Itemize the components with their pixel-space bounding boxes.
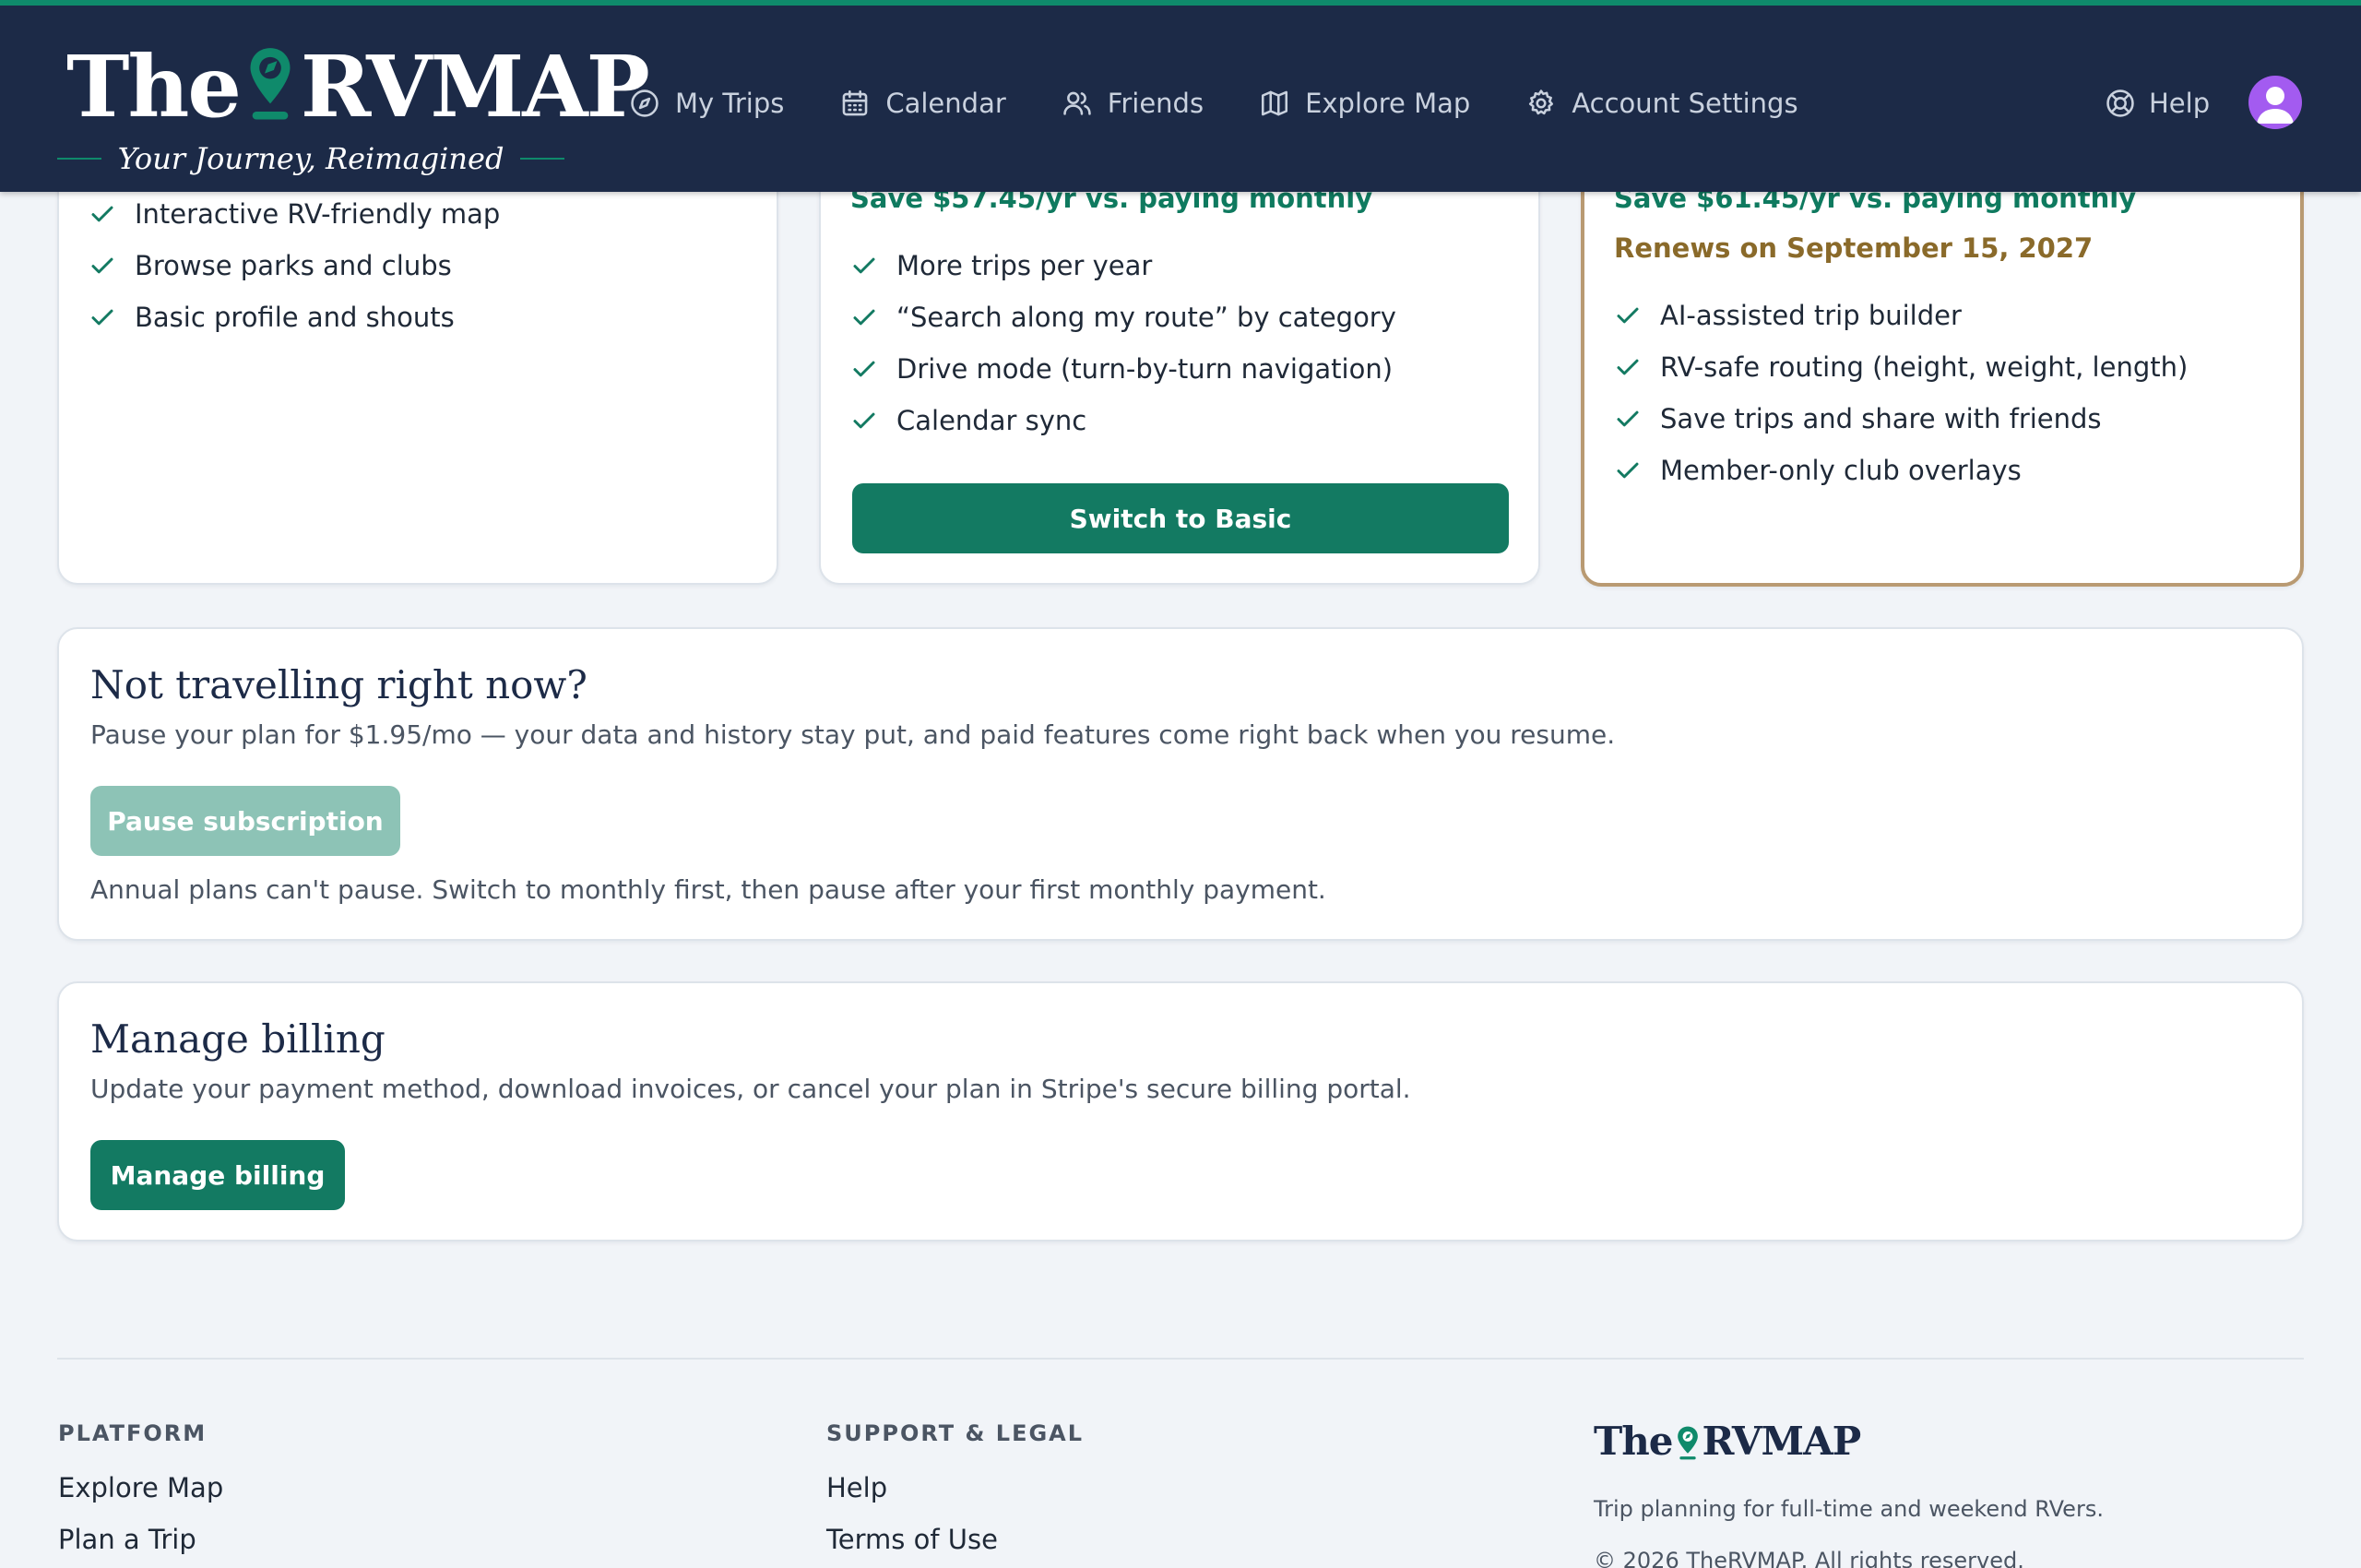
nav-my-trips[interactable]: My Trips [629,88,784,119]
tagline-rule-left [57,158,101,160]
feature-item: Interactive RV-friendly map [89,188,500,240]
footer-copyright: © 2026 TheRVMAP. All rights reserved. [1594,1548,2024,1568]
check-icon [853,257,875,274]
feature-label: Browse parks and clubs [135,250,452,281]
site-logo[interactable]: The RVMAP Your Journey, Reimagined [57,33,650,181]
feature-label: Interactive RV-friendly map [135,198,501,230]
footer-logo[interactable]: The RVMAP [1594,1419,1862,1464]
friends-icon [1063,91,1091,115]
tagline-rule-right [520,158,564,160]
gear-icon [1529,89,1554,115]
feature-item: RV-safe routing (height, weight, length) [1614,341,2188,393]
feature-label: Member-only club overlays [1660,455,2022,486]
help-link[interactable]: Help [2105,77,2210,129]
feature-item: More trips per year [850,240,1396,291]
check-icon [853,309,875,326]
feature-item: Calendar sync [850,395,1396,446]
footer-link-plan-trip[interactable]: Plan a Trip [58,1524,196,1555]
plan-current-features: AI-assisted trip builder RV-safe routing… [1614,290,2188,496]
nav-friends[interactable]: Friends [1062,88,1204,119]
footer-logo-prefix: The [1594,1419,1674,1464]
check-icon [1617,307,1639,324]
nav-label: Account Settings [1572,88,1798,119]
feature-label: More trips per year [896,250,1153,281]
nav-label: Friends [1107,88,1204,119]
logo-prefix: The [66,37,242,137]
feature-item: Browse parks and clubs [89,240,500,291]
footer-link-help[interactable]: Help [826,1472,887,1503]
compass-icon [631,89,658,117]
feature-label: Save trips and share with friends [1660,403,2102,434]
pause-subscription-button[interactable]: Pause subscription [90,786,400,856]
footer-blurb: Trip planning for full-time and weekend … [1594,1496,2104,1522]
pause-note: Annual plans can't pause. Switch to mont… [90,874,1326,905]
nav-label: Calendar [885,88,1006,119]
check-icon [1617,410,1639,427]
logo-main: RVMAP [300,37,650,137]
user-avatar[interactable] [2248,76,2302,129]
nav-account-settings[interactable]: Account Settings [1525,88,1798,119]
top-navigation-bar: The RVMAP Your Journey, Reimagined My Tr… [0,0,2361,192]
plan-free-features: Interactive RV-friendly map Browse parks… [89,188,500,343]
logo-tagline: Your Journey, Reimagined [117,141,504,176]
footer-platform-heading: PLATFORM [58,1420,208,1446]
nav-explore-map[interactable]: Explore Map [1259,88,1470,119]
logo-wordmark: The RVMAP [66,37,650,137]
main-nav: My Trips Calendar Friends Explore Map Ac… [629,77,1798,129]
check-icon [853,361,875,377]
footer-link-explore-map[interactable]: Explore Map [58,1472,223,1503]
map-icon [1262,90,1288,116]
check-icon [853,412,875,429]
lifebuoy-icon [2106,89,2134,117]
check-icon [91,309,113,326]
nav-label: Explore Map [1305,88,1471,119]
pause-title: Not travelling right now? [90,662,587,707]
map-pin-icon [1677,1426,1698,1460]
manage-billing-button[interactable]: Manage billing [90,1140,345,1210]
feature-label: RV-safe routing (height, weight, length) [1660,351,2189,383]
nav-calendar[interactable]: Calendar [839,88,1006,119]
feature-label: Drive mode (turn-by-turn navigation) [896,353,1394,385]
map-pin-icon [250,48,291,120]
pause-description: Pause your plan for $1.95/mo — your data… [90,719,1616,750]
nav-label: My Trips [675,88,785,119]
check-icon [91,257,113,274]
feature-item: Member-only club overlays [1614,445,2188,496]
footer-divider [57,1358,2304,1360]
footer-link-terms[interactable]: Terms of Use [826,1524,998,1555]
feature-item: AI-assisted trip builder [1614,290,2188,341]
feature-label: Basic profile and shouts [135,302,455,333]
check-icon [1617,462,1639,479]
logo-tagline-row: Your Journey, Reimagined [57,140,564,177]
feature-item: Basic profile and shouts [89,291,500,343]
check-icon [1617,359,1639,375]
calendar-icon [843,89,868,116]
help-label: Help [2149,88,2211,119]
user-icon [2257,87,2294,124]
manage-billing-card: Manage billing Update your payment metho… [57,981,2304,1241]
check-icon [91,206,113,222]
plan-basic-features: More trips per year “Search along my rou… [850,240,1396,446]
billing-description: Update your payment method, download inv… [90,1074,1411,1104]
feature-label: Calendar sync [896,405,1087,436]
feature-item: “Search along my route” by category [850,291,1396,343]
feature-item: Save trips and share with friends [1614,393,2188,445]
renewal-date: Renews on September 15, 2027 [1614,232,2094,264]
footer-logo-main: RVMAP [1702,1419,1862,1464]
footer-support-heading: SUPPORT & LEGAL [826,1420,1085,1446]
feature-label: “Search along my route” by category [896,302,1396,333]
billing-title: Manage billing [90,1016,386,1062]
pause-subscription-card: Not travelling right now? Pause your pla… [57,627,2304,941]
feature-label: AI-assisted trip builder [1660,300,1962,331]
switch-to-basic-button[interactable]: Switch to Basic [852,483,1509,553]
feature-item: Drive mode (turn-by-turn navigation) [850,343,1396,395]
